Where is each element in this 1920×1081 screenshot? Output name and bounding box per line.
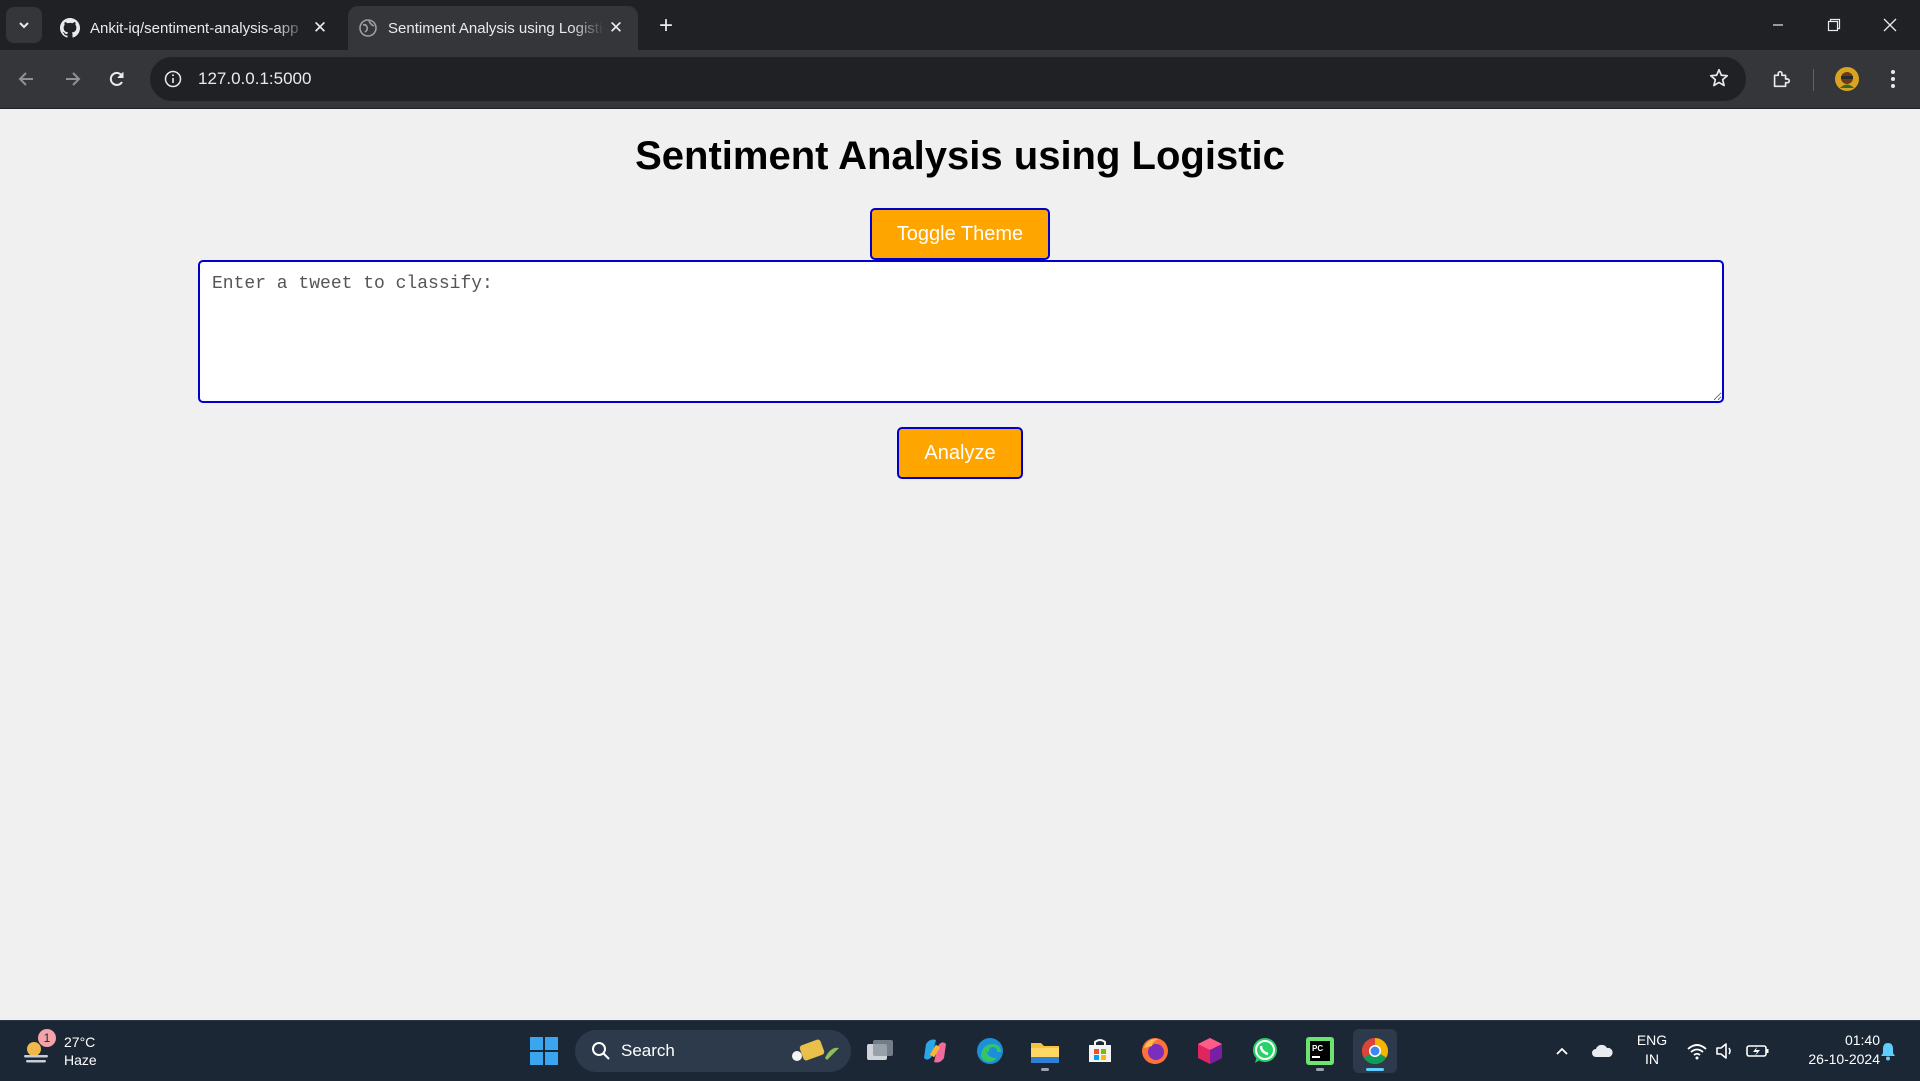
running-indicator <box>1366 1068 1384 1071</box>
github-icon <box>60 18 80 38</box>
windows-taskbar: 1 27°C Haze Search PC ENG IN 01:40 26-10… <box>0 1020 1920 1081</box>
browser-menu-button[interactable] <box>1875 61 1911 97</box>
cloud-icon <box>1592 1044 1613 1057</box>
restore-button[interactable] <box>1806 0 1862 50</box>
close-tab-icon[interactable]: ✕ <box>308 16 332 40</box>
taskbar-copilot[interactable] <box>913 1029 957 1073</box>
page-title: Sentiment Analysis using Logistic <box>635 134 1285 178</box>
whatsapp-icon <box>1253 1038 1277 1063</box>
volume-tray[interactable] <box>1712 1029 1738 1073</box>
search-label: Search <box>621 1041 675 1060</box>
taskbar-pycharm[interactable]: PC <box>1298 1029 1342 1073</box>
tab-github[interactable]: Ankit-iq/sentiment-analysis-app ✕ <box>50 6 342 50</box>
analyze-button[interactable]: Analyze <box>897 427 1023 479</box>
forward-button[interactable] <box>54 61 90 97</box>
show-hidden-icons-button[interactable] <box>1550 1029 1574 1073</box>
bookmark-star-icon[interactable] <box>1708 67 1730 94</box>
language-code: ENG <box>1636 1032 1668 1048</box>
notifications-button[interactable] <box>1874 1029 1902 1073</box>
tab-search-button[interactable] <box>6 7 42 43</box>
browser-tab-strip: Ankit-iq/sentiment-analysis-app ✕ Sentim… <box>0 0 1920 50</box>
extensions-button[interactable] <box>1763 61 1799 97</box>
puzzle-icon <box>1773 70 1791 88</box>
clock-date: 26-10-2024 <box>1808 1051 1880 1067</box>
bell-icon <box>1881 1043 1895 1061</box>
box-app-icon <box>1198 1038 1222 1064</box>
chevron-down-icon <box>19 22 29 29</box>
taskbar-box-app[interactable] <box>1188 1029 1232 1073</box>
reload-icon <box>109 71 124 86</box>
browser-toolbar: 127.0.0.1:5000 <box>0 50 1920 109</box>
toolbar-divider <box>1813 69 1814 91</box>
weather-haze-icon: 1 <box>20 1029 56 1067</box>
toggle-theme-button[interactable]: Toggle Theme <box>870 208 1050 260</box>
avatar-icon <box>1835 67 1859 91</box>
more-vert-icon <box>1891 70 1895 88</box>
clock-time: 01:40 <box>1844 1032 1880 1048</box>
globe-icon <box>358 18 378 38</box>
back-button[interactable] <box>9 61 45 97</box>
profile-avatar[interactable] <box>1829 61 1865 97</box>
tweet-input[interactable] <box>198 260 1724 403</box>
running-indicator <box>1316 1068 1324 1071</box>
battery-tray[interactable] <box>1744 1029 1772 1073</box>
tab-title: Ankit-iq/sentiment-analysis-app <box>90 19 299 37</box>
chrome-icon <box>1361 1037 1389 1065</box>
wifi-tray[interactable] <box>1684 1029 1710 1073</box>
taskbar-search[interactable]: Search <box>575 1030 851 1072</box>
reload-button[interactable] <box>99 61 135 97</box>
taskbar-whatsapp[interactable] <box>1243 1029 1287 1073</box>
svg-text:PC: PC <box>1312 1044 1323 1053</box>
running-indicator <box>1041 1068 1049 1071</box>
edge-icon <box>977 1038 1003 1064</box>
minimize-button[interactable] <box>1750 0 1806 50</box>
weather-temp: 27°C <box>64 1034 96 1050</box>
wifi-icon <box>1687 1044 1707 1060</box>
onedrive-tray[interactable] <box>1588 1029 1616 1073</box>
weather-badge: 1 <box>38 1029 56 1047</box>
language-indicator[interactable]: ENG IN <box>1632 1031 1672 1069</box>
windows-logo-icon <box>530 1037 558 1065</box>
taskbar-chrome[interactable] <box>1353 1029 1397 1073</box>
firefox-icon <box>1142 1038 1168 1064</box>
address-url: 127.0.0.1:5000 <box>198 69 312 88</box>
pycharm-icon: PC <box>1306 1037 1334 1065</box>
minimize-icon <box>1773 24 1783 26</box>
copilot-icon <box>924 1039 946 1063</box>
search-icon <box>592 1042 610 1060</box>
taskbar-edge[interactable] <box>968 1029 1012 1073</box>
battery-charging-icon <box>1746 1045 1769 1057</box>
taskbar-store[interactable] <box>1078 1029 1122 1073</box>
chevron-up-icon <box>1556 1047 1568 1055</box>
restore-icon <box>1827 18 1841 32</box>
language-region: IN <box>1645 1051 1659 1067</box>
close-tab-icon[interactable]: ✕ <box>604 16 628 40</box>
file-explorer-icon <box>1031 1043 1059 1063</box>
close-icon <box>1883 18 1897 32</box>
arrow-right-icon <box>66 72 81 86</box>
search-highlight-icon <box>792 1039 839 1061</box>
taskbar-task-view[interactable] <box>858 1029 902 1073</box>
arrow-left-icon <box>18 72 33 86</box>
weather-condition: Haze <box>64 1052 97 1068</box>
site-info-icon[interactable] <box>158 64 188 94</box>
close-window-button[interactable] <box>1862 0 1918 50</box>
store-icon <box>1089 1039 1111 1062</box>
page-content: Sentiment Analysis using Logistic Toggle… <box>0 109 1920 1020</box>
tab-title: Sentiment Analysis using Logistic <box>388 19 604 37</box>
taskbar-file-explorer[interactable] <box>1023 1029 1067 1073</box>
taskbar-clock[interactable]: 01:40 26-10-2024 <box>1780 1031 1880 1069</box>
taskbar-firefox[interactable] <box>1133 1029 1177 1073</box>
tab-sentiment-app[interactable]: Sentiment Analysis using Logistic ✕ <box>348 6 638 50</box>
task-view-icon <box>867 1040 893 1060</box>
weather-widget[interactable]: 1 27°C Haze <box>20 1029 140 1073</box>
new-tab-button[interactable]: + <box>652 12 680 40</box>
speaker-icon <box>1716 1043 1731 1059</box>
address-bar[interactable]: 127.0.0.1:5000 <box>150 57 1746 101</box>
start-button[interactable] <box>522 1029 566 1073</box>
